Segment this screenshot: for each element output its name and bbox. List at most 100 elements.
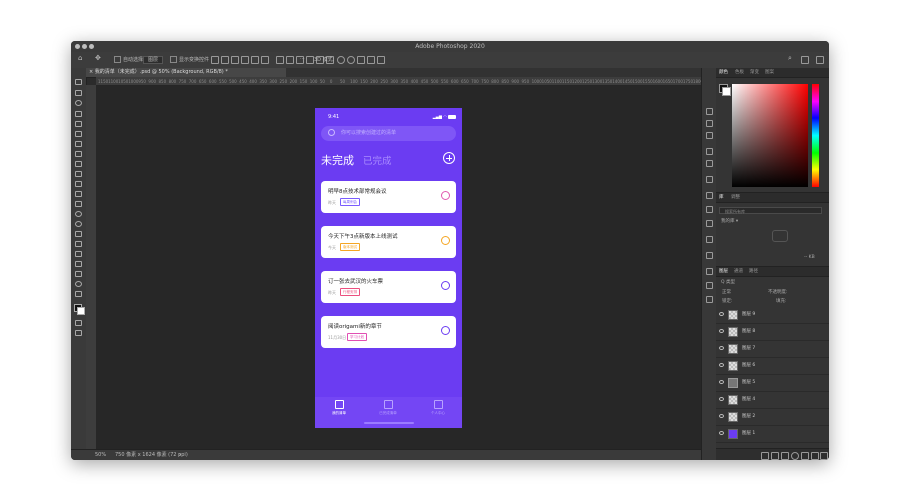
layer-row[interactable]: 图层 6: [716, 358, 829, 375]
share-icon[interactable]: [816, 56, 824, 64]
marquee-tool-button[interactable]: [75, 90, 82, 96]
todo-card[interactable]: 阅读origami新的章节 11月30日 学习计划: [321, 316, 456, 348]
layer-style-icon[interactable]: [771, 452, 779, 460]
tab-adjustments[interactable]: 调整: [731, 193, 740, 202]
brush-settings-icon[interactable]: [706, 120, 713, 127]
quick-select-tool-button[interactable]: [75, 111, 82, 117]
visibility-eye-icon[interactable]: [719, 397, 724, 401]
healing-brush-tool-button[interactable]: [75, 151, 82, 157]
drag-3d-icon[interactable]: [357, 56, 365, 64]
screen-mode-button[interactable]: [75, 330, 82, 336]
tab-layers[interactable]: 图层: [719, 267, 728, 276]
todo-checkbox[interactable]: [441, 281, 450, 290]
tab-gradients[interactable]: 渐变: [750, 68, 759, 77]
layer-row[interactable]: 图层 1: [716, 426, 829, 443]
link-layers-icon[interactable]: [761, 452, 769, 460]
phone-search-bar[interactable]: 你可以搜索创建过的清单: [321, 126, 456, 141]
history-panel-icon[interactable]: [706, 108, 713, 115]
layer-row[interactable]: 图层 7: [716, 341, 829, 358]
status-arrow-icon[interactable]: ›: [179, 450, 181, 460]
layer-row[interactable]: 图层 5: [716, 375, 829, 392]
add-circle-icon[interactable]: [443, 152, 455, 164]
paragraph-panel-icon[interactable]: [706, 160, 713, 167]
todo-checkbox[interactable]: [441, 191, 450, 200]
document-tab[interactable]: × 我的清单（未完成）.psd @ 50% (Background, RGB/8…: [86, 68, 286, 77]
hue-slider[interactable]: [812, 84, 819, 187]
tab-incomplete[interactable]: 未完成: [321, 152, 354, 168]
layer-row[interactable]: 图层 9: [716, 307, 829, 324]
clone-stamp-tool-button[interactable]: [75, 171, 82, 177]
move-tool-button[interactable]: [75, 79, 82, 85]
visibility-eye-icon[interactable]: [719, 346, 724, 350]
todo-card[interactable]: 今天下午3点新版本上线测试 今天 版本测试: [321, 226, 456, 258]
search-icon[interactable]: ⌕: [788, 54, 792, 63]
layer-row[interactable]: 图层 2: [716, 409, 829, 426]
visibility-eye-icon[interactable]: [719, 312, 724, 316]
zoom-tool-button[interactable]: [75, 281, 82, 287]
eyedropper-tool-button[interactable]: [75, 141, 82, 147]
frame-tool-button[interactable]: [75, 131, 82, 137]
glyphs-panel-icon[interactable]: [706, 268, 713, 275]
tab-channels[interactable]: 通道: [734, 267, 743, 276]
distribute-left-icon[interactable]: [306, 56, 314, 64]
align-hcenter-icon[interactable]: [251, 56, 259, 64]
background-color-swatch[interactable]: [77, 307, 85, 315]
workspace-icon[interactable]: [801, 56, 809, 64]
layer-mask-icon[interactable]: [781, 452, 789, 460]
gradient-tool-button[interactable]: [75, 201, 82, 207]
visibility-eye-icon[interactable]: [719, 431, 724, 435]
color-picker-field[interactable]: [732, 84, 808, 187]
library-dropdown[interactable]: 我的库 ▾: [721, 218, 738, 224]
nav-my-lists[interactable]: 我的清单: [324, 400, 354, 416]
info-panel-icon[interactable]: [706, 236, 713, 243]
blur-tool-button[interactable]: [75, 211, 82, 217]
brush-tool-button[interactable]: [75, 161, 82, 167]
nav-profile[interactable]: 个人中心: [423, 400, 453, 416]
roll-3d-icon[interactable]: [347, 56, 355, 64]
zoom-level[interactable]: 50%: [95, 450, 106, 460]
slide-3d-icon[interactable]: [367, 56, 375, 64]
paths-panel-icon[interactable]: [706, 220, 713, 227]
history-brush-tool-button[interactable]: [75, 181, 82, 187]
blend-mode-dropdown[interactable]: 正常: [722, 289, 731, 295]
three-d-panel-icon[interactable]: [706, 176, 713, 183]
type-tool-button[interactable]: [75, 241, 82, 247]
todo-card[interactable]: 订一张去武汉的火车票 昨天 行程安排: [321, 271, 456, 303]
adjustment-layer-icon[interactable]: [791, 452, 799, 460]
new-layer-icon[interactable]: [811, 452, 819, 460]
layer-filter-dropdown[interactable]: Q 类型: [721, 279, 735, 285]
new-group-icon[interactable]: [801, 452, 809, 460]
clone-source-icon[interactable]: [706, 206, 713, 213]
tool-presets-icon[interactable]: [706, 192, 713, 199]
tab-patterns[interactable]: 图案: [765, 68, 774, 77]
crop-tool-button[interactable]: [75, 121, 82, 127]
library-search-input[interactable]: 搜索所有库: [719, 207, 822, 214]
visibility-eye-icon[interactable]: [719, 363, 724, 367]
visibility-eye-icon[interactable]: [719, 329, 724, 333]
orbit-3d-icon[interactable]: [337, 56, 345, 64]
visibility-eye-icon[interactable]: [719, 414, 724, 418]
tab-color[interactable]: 颜色: [719, 68, 728, 77]
tab-paths[interactable]: 路径: [749, 267, 758, 276]
quick-mask-button[interactable]: [75, 320, 82, 326]
layer-row[interactable]: 图层 8: [716, 324, 829, 341]
eraser-tool-button[interactable]: [75, 191, 82, 197]
transform-controls-checkbox[interactable]: 显示变换控件: [170, 56, 209, 63]
character-panel-icon[interactable]: [706, 148, 713, 155]
path-select-tool-button[interactable]: [75, 251, 82, 257]
tab-completed[interactable]: 已完成: [363, 153, 392, 167]
tab-libraries[interactable]: 库: [719, 193, 724, 202]
rectangle-tool-button[interactable]: [75, 261, 82, 267]
nav-completed[interactable]: 已完成清单: [373, 400, 403, 416]
align-top-icon[interactable]: [211, 56, 219, 64]
distribute-top-icon[interactable]: [276, 56, 284, 64]
scale-3d-icon[interactable]: [377, 56, 385, 64]
home-icon[interactable]: ⌂: [78, 54, 82, 62]
lasso-tool-button[interactable]: [75, 100, 82, 106]
todo-checkbox[interactable]: [441, 326, 450, 335]
pen-tool-button[interactable]: [75, 231, 82, 237]
align-vcenter-icon[interactable]: [221, 56, 229, 64]
actions-panel-icon[interactable]: [706, 132, 713, 139]
auto-select-checkbox[interactable]: 自动选择:: [114, 56, 145, 63]
todo-checkbox[interactable]: [441, 236, 450, 245]
